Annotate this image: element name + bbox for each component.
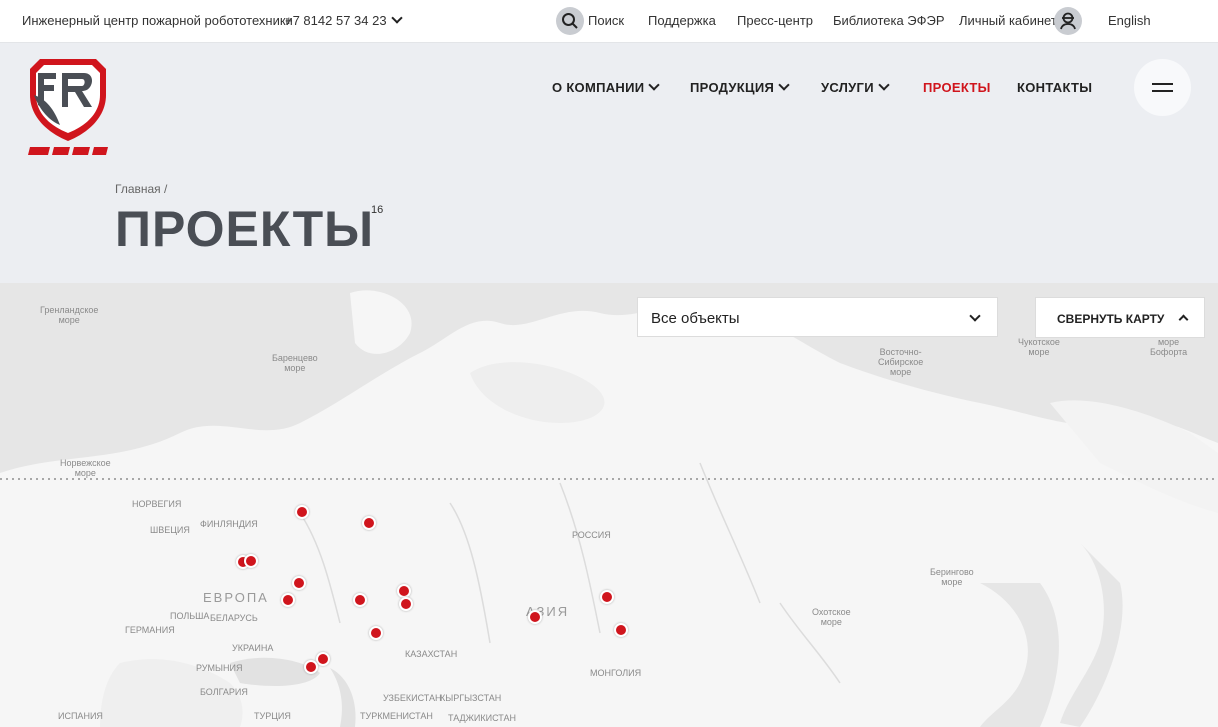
nav-projects[interactable]: ПРОЕКТЫ (923, 80, 991, 95)
chevron-down-icon (969, 310, 981, 322)
map-label-bering-sea: Берингово море (930, 567, 974, 587)
map-label-chukchi-sea: Чукотское море (1018, 337, 1060, 357)
project-marker[interactable] (600, 590, 614, 604)
map-label-text: Норвежское море (60, 458, 111, 478)
map-label-spain: ИСПАНИЯ (58, 711, 103, 721)
cabinet-button[interactable] (1054, 7, 1082, 35)
projects-map[interactable]: Гренландское море Баренцево море Норвежс… (0, 283, 1218, 727)
project-marker[interactable] (397, 584, 411, 598)
objects-filter-select[interactable]: Все объекты (637, 297, 998, 337)
phone-link[interactable]: +7 8142 57 34 23 (285, 12, 403, 28)
map-label-text: Восточно- Сибирское море (878, 347, 924, 377)
project-marker[interactable] (369, 626, 383, 640)
search-icon (562, 13, 578, 29)
collapse-map-button[interactable]: СВЕРНУТЬ КАРТУ (1035, 297, 1205, 338)
language-switch[interactable]: English (1108, 13, 1151, 28)
map-label-bulgaria: БОЛГАРИЯ (200, 687, 248, 697)
project-marker[interactable] (353, 593, 367, 607)
map-label-finland: ФИНЛЯНДИЯ (200, 519, 258, 529)
search-link[interactable]: Поиск (588, 13, 624, 28)
chevron-up-icon (1178, 314, 1189, 325)
map-label-europe: ЕВРОПА (203, 590, 269, 605)
map-label-sweden: ШВЕЦИЯ (150, 525, 190, 535)
chevron-down-icon (648, 79, 661, 91)
map-label-text: Охотское море (812, 607, 851, 627)
map-label-norway: НОРВЕГИЯ (132, 499, 182, 509)
chevron-down-icon (390, 12, 403, 24)
project-marker[interactable] (295, 505, 309, 519)
nav-about[interactable]: О КОМПАНИИ (552, 79, 661, 95)
library-link[interactable]: Библиотека ЭФЭР (833, 13, 945, 28)
nav-products-label: ПРОДУКЦИЯ (690, 80, 775, 95)
map-label-okhotsk-sea: Охотское море (812, 607, 851, 627)
hamburger-icon (1152, 90, 1173, 92)
collapse-map-label: СВЕРНУТЬ КАРТУ (1057, 312, 1165, 326)
map-label-text: Чукотское море (1018, 337, 1060, 357)
map-label-kazakhstan: КАЗАХСТАН (405, 649, 458, 659)
map-label-tajikistan: ТАДЖИКИСТАН (448, 713, 516, 723)
project-marker[interactable] (614, 623, 628, 637)
chevron-down-icon (878, 79, 890, 91)
map-label-barents-sea: Баренцево море (272, 353, 318, 373)
map-label-greenland-sea: Гренландское море (40, 305, 98, 325)
map-label-norwegian-sea: Норвежское море (60, 458, 111, 478)
nav-about-label: О КОМПАНИИ (552, 80, 645, 95)
map-label-turkey: ТУРЦИЯ (254, 711, 291, 721)
nav-services[interactable]: УСЛУГИ (821, 79, 890, 95)
top-utility-bar: Инженерный центр пожарной робототехники … (0, 0, 1218, 43)
project-marker[interactable] (399, 597, 413, 611)
search-button[interactable] (556, 7, 584, 35)
project-marker[interactable] (304, 660, 318, 674)
breadcrumb[interactable]: Главная / (115, 182, 167, 196)
map-label-russia: РОССИЯ (572, 530, 611, 540)
project-marker[interactable] (316, 652, 330, 666)
company-tagline: Инженерный центр пожарной робототехники (22, 13, 293, 28)
cabinet-link[interactable]: Личный кабинет (959, 13, 1057, 28)
map-label-romania: РУМЫНИЯ (196, 663, 243, 673)
objects-filter-value: Все объекты (651, 310, 740, 327)
map-label-belarus: БЕЛАРУСЬ (210, 613, 258, 623)
map-label-text: Берингово море (930, 567, 974, 587)
map-label-east-siberian-sea: Восточно- Сибирское море (878, 347, 923, 377)
nav-products[interactable]: ПРОДУКЦИЯ (690, 79, 790, 95)
hamburger-icon (1152, 83, 1173, 85)
project-marker[interactable] (528, 610, 542, 624)
page-title: ПРОЕКТЫ (115, 201, 375, 257)
menu-button[interactable] (1134, 59, 1191, 116)
company-logo[interactable] (26, 55, 110, 161)
chevron-down-icon (778, 79, 790, 91)
map-label-mongolia: МОНГОЛИЯ (590, 668, 642, 678)
support-link[interactable]: Поддержка (648, 13, 716, 28)
phone-number: +7 8142 57 34 23 (285, 13, 387, 28)
map-label-uzbekistan: УЗБЕКИСТАН (383, 693, 442, 703)
projects-count-badge: 16 (371, 204, 384, 216)
map-label-beaufort-sea: море Бофорта (1150, 337, 1187, 357)
press-center-link[interactable]: Пресс-центр (737, 13, 813, 28)
project-marker[interactable] (244, 554, 258, 568)
nav-contacts[interactable]: КОНТАКТЫ (1017, 80, 1092, 95)
map-label-ukraine: УКРАИНА (232, 643, 274, 653)
map-label-text: Баренцево море (272, 353, 318, 373)
map-label-turkmenistan: ТУРКМЕНИСТАН (360, 711, 433, 721)
map-label-germany: ГЕРМАНИЯ (125, 625, 175, 635)
map-label-kyrgyzstan: КЫРГЫЗСТАН (440, 693, 502, 703)
map-label-poland: ПОЛЬША (170, 611, 210, 621)
user-icon (1060, 12, 1076, 30)
map-label-text: Гренландское море (40, 305, 99, 325)
project-marker[interactable] (362, 516, 376, 530)
nav-services-label: УСЛУГИ (821, 80, 874, 95)
project-marker[interactable] (292, 576, 306, 590)
map-label-text: море Бофорта (1150, 337, 1188, 357)
project-marker[interactable] (281, 593, 295, 607)
